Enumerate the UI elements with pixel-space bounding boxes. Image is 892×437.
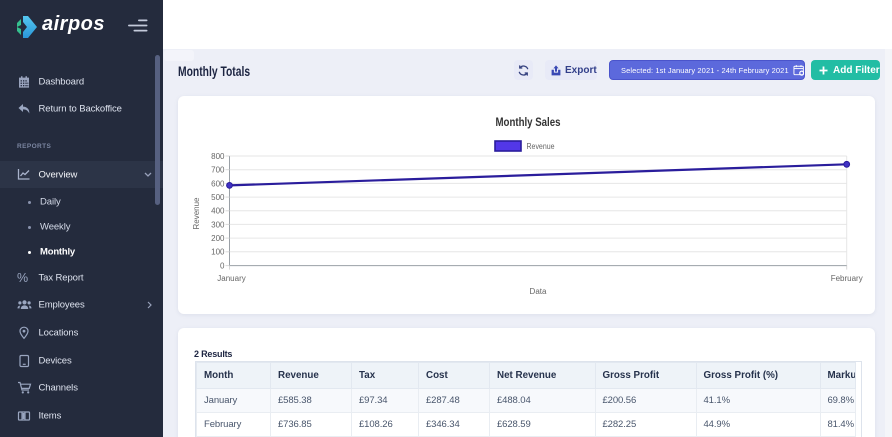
svg-text:800: 800 — [211, 152, 225, 161]
svg-text:February: February — [831, 274, 863, 283]
svg-text:100: 100 — [211, 248, 225, 257]
svg-text:700: 700 — [211, 166, 225, 175]
svg-text:400: 400 — [211, 207, 225, 216]
svg-text:600: 600 — [211, 179, 225, 188]
svg-text:Revenue: Revenue — [527, 142, 555, 151]
svg-text:Revenue: Revenue — [192, 197, 201, 230]
svg-text:0: 0 — [220, 261, 225, 270]
svg-text:500: 500 — [211, 193, 225, 202]
svg-text:Monthly Sales: Monthly Sales — [496, 117, 561, 129]
svg-text:January: January — [217, 274, 245, 283]
svg-text:200: 200 — [211, 234, 225, 243]
svg-text:Data: Data — [530, 287, 547, 296]
svg-text:300: 300 — [211, 220, 225, 229]
